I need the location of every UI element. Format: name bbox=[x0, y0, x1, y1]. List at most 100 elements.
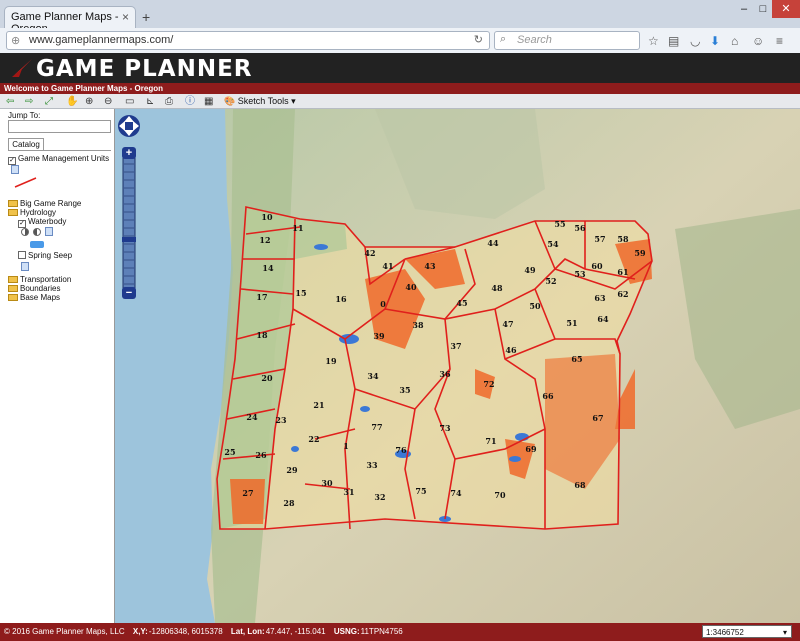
gmu-unit-label-0[interactable]: 0 bbox=[380, 299, 386, 309]
gmu-unit-label-21[interactable]: 21 bbox=[313, 400, 324, 410]
gmu-unit-label-28[interactable]: 28 bbox=[283, 498, 295, 508]
reading-list-icon[interactable]: ▤ bbox=[668, 34, 679, 48]
opacity-icon-2[interactable] bbox=[33, 228, 41, 236]
gmu-unit-label-34[interactable]: 34 bbox=[367, 371, 379, 381]
gmu-unit-label-62[interactable]: 62 bbox=[617, 289, 628, 299]
gmu-unit-label-71[interactable]: 71 bbox=[485, 436, 496, 446]
opacity-icon[interactable] bbox=[21, 228, 29, 236]
gmu-unit-label-73[interactable]: 73 bbox=[439, 423, 451, 433]
search-input[interactable]: ⌕ Search bbox=[494, 31, 640, 50]
gmu-unit-label-39[interactable]: 39 bbox=[373, 331, 385, 341]
gmu-unit-label-42[interactable]: 42 bbox=[364, 248, 375, 258]
close-window-button[interactable]: ✕ bbox=[772, 0, 800, 18]
gmu-unit-label-41[interactable]: 41 bbox=[382, 261, 393, 271]
gmu-unit-label-77[interactable]: 77 bbox=[371, 422, 382, 432]
gmu-unit-label-17[interactable]: 17 bbox=[256, 292, 267, 302]
gmu-unit-label-40[interactable]: 40 bbox=[405, 282, 417, 292]
print-icon[interactable]: ⎙ bbox=[165, 95, 173, 108]
gmu-unit-label-18[interactable]: 18 bbox=[256, 330, 268, 340]
gmu-unit-label-57[interactable]: 57 bbox=[594, 234, 605, 244]
gmu-unit-label-60[interactable]: 60 bbox=[591, 261, 603, 271]
gmu-unit-label-11[interactable]: 11 bbox=[292, 223, 303, 233]
pan-control[interactable] bbox=[118, 115, 140, 137]
gmu-unit-label-72[interactable]: 72 bbox=[483, 379, 494, 389]
gmu-unit-label-65[interactable]: 65 bbox=[571, 354, 582, 364]
gmu-unit-label-70[interactable]: 70 bbox=[494, 490, 506, 500]
layer-waterbody[interactable]: ✓ Waterbody bbox=[18, 217, 66, 228]
gmu-unit-label-38[interactable]: 38 bbox=[412, 320, 424, 330]
gmu-unit-label-54[interactable]: 54 bbox=[547, 239, 559, 249]
waterbody-checkbox[interactable]: ✓ bbox=[18, 220, 26, 228]
gmu-unit-label-43[interactable]: 43 bbox=[424, 261, 436, 271]
gmu-unit-label-37[interactable]: 37 bbox=[450, 341, 461, 351]
gmu-unit-label-47[interactable]: 47 bbox=[502, 319, 513, 329]
legend-icon[interactable]: ▦ bbox=[204, 95, 213, 108]
gmu-unit-label-15[interactable]: 15 bbox=[295, 288, 306, 298]
gmu-unit-label-50[interactable]: 50 bbox=[529, 301, 541, 311]
back-extent-icon[interactable]: ⇦ bbox=[6, 95, 14, 108]
pocket-icon[interactable]: ◡ bbox=[690, 34, 700, 48]
gmu-unit-label-74[interactable]: 74 bbox=[450, 488, 462, 498]
minimize-button[interactable]: – bbox=[734, 0, 754, 18]
pan-hand-icon[interactable]: ✋ bbox=[66, 95, 78, 108]
gmu-unit-label-75[interactable]: 75 bbox=[415, 486, 426, 496]
jump-to-input[interactable] bbox=[8, 120, 111, 133]
gmu-unit-label-44[interactable]: 44 bbox=[487, 238, 499, 248]
gmu-unit-label-53[interactable]: 53 bbox=[574, 269, 586, 279]
gmu-unit-label-49[interactable]: 49 bbox=[524, 265, 536, 275]
gmu-unit-label-16[interactable]: 16 bbox=[335, 294, 347, 304]
layer-spring-seep[interactable]: Spring Seep bbox=[18, 251, 72, 261]
zoom-slider-track[interactable] bbox=[122, 153, 136, 295]
zoom-slider-handle[interactable] bbox=[122, 237, 136, 242]
gmu-unit-label-22[interactable]: 22 bbox=[308, 434, 319, 444]
map-canvas[interactable]: 101112141516171819202122232425 2627282930… bbox=[115, 109, 800, 623]
layer-gmu[interactable]: ✓ Game Management Units bbox=[8, 154, 109, 165]
url-bar[interactable]: ⊕ www.gameplannermaps.com/ ↻ bbox=[6, 31, 490, 50]
gmu-unit-label-23[interactable]: 23 bbox=[275, 415, 287, 425]
gmu-unit-label-64[interactable]: 64 bbox=[597, 314, 609, 324]
measure-icon[interactable]: ▭ bbox=[125, 95, 134, 108]
zoom-in-tool-icon[interactable]: ⊕ bbox=[85, 95, 93, 108]
gmu-unit-label-19[interactable]: 19 bbox=[325, 356, 337, 366]
gmu-unit-label-61[interactable]: 61 bbox=[617, 267, 628, 277]
gmu-unit-label-36[interactable]: 36 bbox=[439, 369, 451, 379]
browser-tab[interactable]: Game Planner Maps - Oregon × bbox=[4, 6, 136, 35]
gmu-unit-label-63[interactable]: 63 bbox=[594, 293, 606, 303]
zoom-out-button[interactable]: − bbox=[122, 287, 136, 299]
tab-close-icon[interactable]: × bbox=[122, 10, 129, 24]
gmu-unit-label-69[interactable]: 69 bbox=[525, 444, 537, 454]
sketch-tools-dropdown[interactable]: 🎨 Sketch Tools ▾ bbox=[224, 95, 296, 108]
gmu-unit-label-45[interactable]: 45 bbox=[456, 298, 467, 308]
gmu-unit-label-51[interactable]: 51 bbox=[566, 318, 577, 328]
gmu-unit-label-14[interactable]: 14 bbox=[262, 263, 274, 273]
gmu-unit-label-30[interactable]: 30 bbox=[321, 478, 333, 488]
scale-select[interactable]: 1:3466752 ▾ bbox=[702, 625, 792, 638]
gmu-unit-label-59[interactable]: 59 bbox=[634, 248, 646, 258]
gmu-unit-label-56[interactable]: 56 bbox=[574, 223, 586, 233]
gmu-unit-label-1[interactable]: 1 bbox=[343, 441, 349, 451]
spring-seep-legend-toggle-icon[interactable] bbox=[21, 262, 29, 271]
gmu-unit-label-32[interactable]: 32 bbox=[374, 492, 385, 502]
gmu-unit-label-67[interactable]: 67 bbox=[592, 413, 603, 423]
gmu-unit-label-55[interactable]: 55 bbox=[554, 219, 565, 229]
zoom-out-tool-icon[interactable]: ⊖ bbox=[104, 95, 112, 108]
gmu-unit-label-48[interactable]: 48 bbox=[491, 283, 503, 293]
gmu-unit-label-10[interactable]: 10 bbox=[261, 212, 273, 222]
gmu-unit-label-26[interactable]: 26 bbox=[255, 450, 267, 460]
home-icon[interactable]: ⌂ bbox=[731, 34, 738, 48]
gmu-unit-label-33[interactable]: 33 bbox=[366, 460, 378, 470]
gmu-unit-label-25[interactable]: 25 bbox=[224, 447, 235, 457]
zoom-in-button[interactable]: + bbox=[122, 147, 136, 159]
tab-catalog[interactable]: Catalog bbox=[8, 138, 44, 150]
reload-icon[interactable]: ↻ bbox=[474, 33, 483, 46]
download-icon[interactable]: ⬇ bbox=[710, 34, 720, 48]
gmu-unit-label-20[interactable]: 20 bbox=[261, 373, 273, 383]
forward-extent-icon[interactable]: ⇨ bbox=[25, 95, 33, 108]
gmu-unit-label-46[interactable]: 46 bbox=[505, 345, 517, 355]
gmu-unit-label-27[interactable]: 27 bbox=[242, 488, 253, 498]
gmu-unit-label-12[interactable]: 12 bbox=[259, 235, 270, 245]
bookmark-star-icon[interactable]: ☆ bbox=[648, 34, 659, 48]
gmu-unit-label-35[interactable]: 35 bbox=[399, 385, 410, 395]
maximize-button[interactable]: □ bbox=[754, 0, 772, 18]
menu-icon[interactable]: ≡ bbox=[776, 34, 783, 48]
